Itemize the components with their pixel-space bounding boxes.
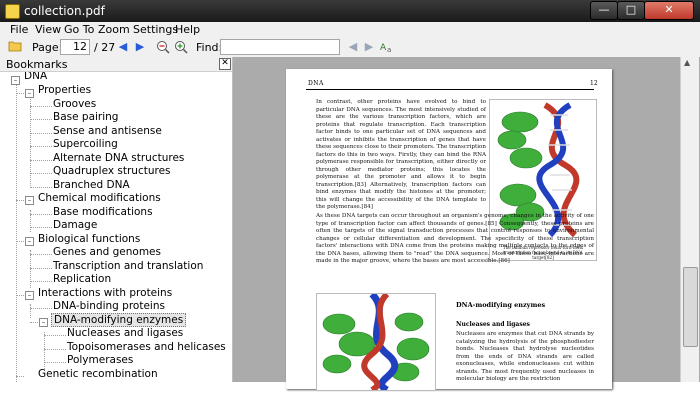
window-title: collection.pdf bbox=[24, 4, 105, 18]
match-case-icon[interactable]: Aa bbox=[380, 40, 394, 54]
previous-page-icon[interactable]: ◀ bbox=[116, 40, 130, 54]
bookmarks-sidebar: Bookmarks ✕ – – – – – – DNA Properties G… bbox=[0, 57, 233, 382]
menu-bar: File View Go To Zoom Settings Help bbox=[0, 22, 700, 38]
header-rule bbox=[306, 89, 594, 90]
menu-help[interactable]: Help bbox=[175, 23, 200, 36]
bookmark-dna[interactable]: DNA bbox=[24, 72, 47, 83]
svg-text:A: A bbox=[380, 43, 387, 53]
bookmark-base-modifications[interactable]: Base modifications bbox=[53, 206, 153, 219]
bookmark-damage[interactable]: Damage bbox=[53, 219, 97, 232]
menu-settings[interactable]: Settings bbox=[133, 23, 178, 36]
menu-goto[interactable]: Go To bbox=[64, 23, 94, 36]
maximize-button[interactable]: □ bbox=[617, 1, 645, 20]
document-page: DNA 12 In contrast, other proteins have … bbox=[286, 69, 612, 393]
minimize-button[interactable]: — bbox=[590, 1, 618, 20]
enzyme-dna-image bbox=[322, 291, 430, 393]
page-total: / 27 bbox=[94, 41, 116, 54]
menu-file[interactable]: File bbox=[10, 23, 28, 36]
subsection-heading: Nucleases and ligases bbox=[456, 321, 530, 328]
zoom-out-icon[interactable] bbox=[156, 40, 170, 54]
paragraph-nucleases: Nucleases are enzymes that cut DNA stran… bbox=[456, 331, 594, 382]
app-icon bbox=[5, 4, 20, 19]
scroll-up-icon[interactable]: ▲ bbox=[684, 58, 690, 67]
bookmark-grooves[interactable]: Grooves bbox=[53, 98, 96, 111]
open-folder-icon[interactable] bbox=[8, 40, 22, 54]
page-label: Page: bbox=[32, 41, 63, 54]
bookmark-tree: – – – – – – DNA Properties Grooves Base … bbox=[0, 72, 232, 382]
bookmark-genes-genomes[interactable]: Genes and genomes bbox=[53, 246, 161, 259]
bookmark-polymerases[interactable]: Polymerases bbox=[67, 354, 133, 367]
scroll-thumb[interactable] bbox=[683, 267, 698, 347]
figure-enzyme bbox=[316, 291, 436, 393]
bookmark-topoisomerases-helicases[interactable]: Topoisomerases and helicases bbox=[67, 341, 226, 354]
vertical-scrollbar[interactable]: ▲ bbox=[680, 57, 699, 382]
bookmark-nucleases-ligases[interactable]: Nucleases and ligases bbox=[67, 327, 183, 340]
find-previous-icon[interactable]: ◀ bbox=[346, 40, 360, 54]
bookmark-properties[interactable]: Properties bbox=[38, 84, 91, 97]
collapse-biological-icon[interactable]: – bbox=[25, 237, 34, 246]
menu-zoom[interactable]: Zoom bbox=[98, 23, 130, 36]
title-bar: collection.pdf — □ ✕ bbox=[0, 0, 700, 22]
bookmark-branched-dna[interactable]: Branched DNA bbox=[53, 179, 130, 192]
collapse-chemical-icon[interactable]: – bbox=[25, 196, 34, 205]
toolbar: Page: 12 / 27 ◀ ▶ Find: ◀ ▶ Aa bbox=[0, 38, 700, 58]
paragraph-transcription-factors: In contrast, other proteins have evolved… bbox=[316, 99, 486, 210]
bookmark-transcription-translation[interactable]: Transcription and translation bbox=[53, 260, 203, 273]
find-input[interactable] bbox=[220, 39, 340, 55]
find-label: Find: bbox=[196, 41, 223, 54]
next-page-icon[interactable]: ▶ bbox=[133, 40, 147, 54]
bookmark-alternate-structures[interactable]: Alternate DNA structures bbox=[53, 152, 184, 165]
collapse-properties-icon[interactable]: – bbox=[25, 89, 34, 98]
bookmark-quadruplex[interactable]: Quadruplex structures bbox=[53, 165, 171, 178]
page-input[interactable]: 12 bbox=[60, 39, 90, 55]
menu-view[interactable]: View bbox=[35, 23, 61, 36]
collapse-interactions-icon[interactable]: – bbox=[25, 291, 34, 300]
collapse-enzymes-icon[interactable]: – bbox=[39, 318, 48, 327]
bookmark-biological-functions[interactable]: Biological functions bbox=[38, 233, 140, 246]
bookmark-genetic-recombination[interactable]: Genetic recombination bbox=[38, 368, 158, 381]
svg-text:a: a bbox=[387, 46, 391, 54]
collapse-dna-icon[interactable]: – bbox=[11, 76, 20, 85]
paragraph-dna-targets: As these DNA targets can occur throughou… bbox=[316, 213, 594, 264]
bookmark-replication[interactable]: Replication bbox=[53, 273, 111, 286]
find-next-icon[interactable]: ▶ bbox=[362, 40, 376, 54]
zoom-in-icon[interactable] bbox=[174, 40, 188, 54]
bookmark-dna-modifying-enzymes[interactable]: DNA-modifying enzymes bbox=[51, 313, 187, 327]
bookmark-base-pairing[interactable]: Base pairing bbox=[53, 111, 118, 124]
bookmark-sense-antisense[interactable]: Sense and antisense bbox=[53, 125, 162, 138]
page-number: 12 bbox=[590, 80, 598, 87]
close-sidebar-icon[interactable]: ✕ bbox=[219, 58, 231, 70]
bookmark-interactions-proteins[interactable]: Interactions with proteins bbox=[38, 287, 172, 300]
bookmark-dna-binding-proteins[interactable]: DNA-binding proteins bbox=[53, 300, 165, 313]
bookmark-supercoiling[interactable]: Supercoiling bbox=[53, 138, 118, 151]
bookmarks-title: Bookmarks bbox=[6, 58, 68, 71]
page-header: DNA bbox=[308, 80, 324, 87]
close-button[interactable]: ✕ bbox=[644, 1, 694, 20]
section-heading: DNA-modifying enzymes bbox=[456, 301, 546, 309]
bookmark-chemical-modifications[interactable]: Chemical modifications bbox=[38, 192, 161, 205]
bookmarks-header: Bookmarks ✕ bbox=[0, 57, 232, 72]
